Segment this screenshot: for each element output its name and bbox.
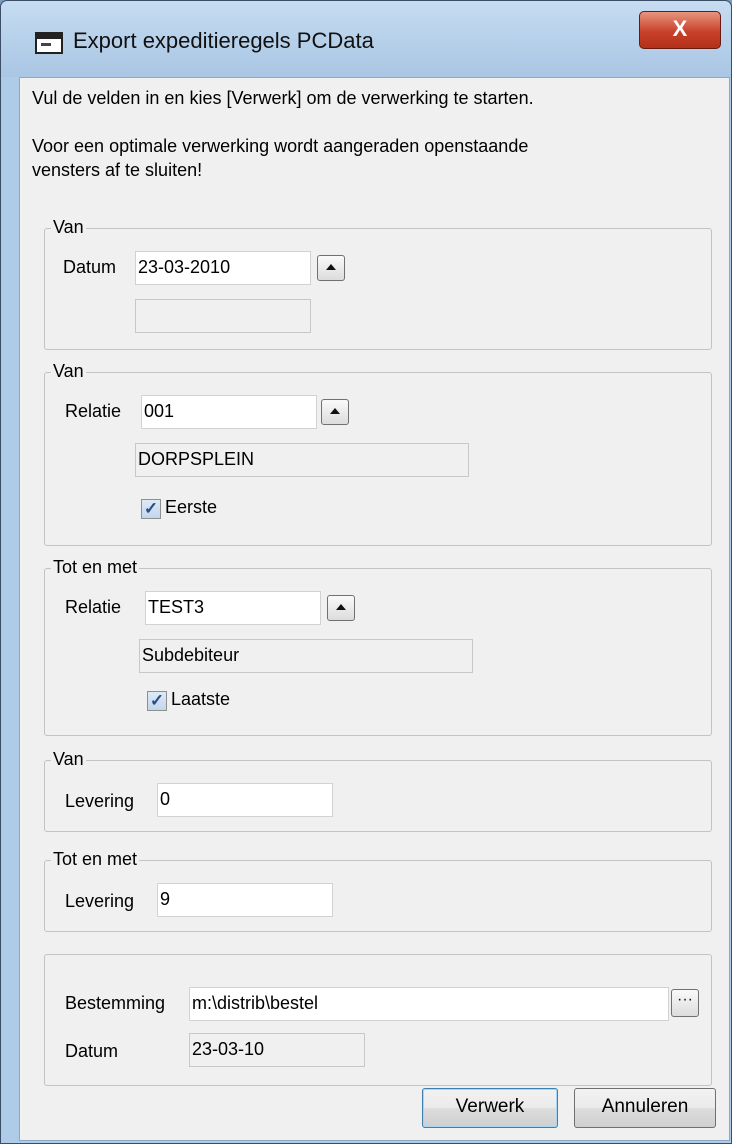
levering-van-field[interactable]: 0 [157,783,333,817]
datum-label: Datum [63,257,117,277]
relatie-van-label: Relatie [65,401,122,421]
verwerk-button[interactable]: Verwerk [422,1088,558,1128]
levering-van-label: Levering [65,791,135,811]
relatie-van-name-field: DORPSPLEIN [135,443,469,477]
group-relatie-tot: Tot en met Relatie TEST3 Subdebiteur ✓ L… [44,557,712,736]
group-datum-van: Van Datum 23-03-2010 [44,217,712,350]
relatie-tot-lookup-button[interactable] [327,595,355,621]
datum-label: Datum [65,1041,119,1061]
group-legend: Tot en met [51,849,140,870]
laatste-checkbox-label[interactable]: Laatste [171,689,230,710]
relatie-van-field[interactable]: 001 [141,395,317,429]
laatste-checkbox[interactable]: ✓ [147,691,167,711]
group-relatie-van: Van Relatie 001 DORPSPLEIN ✓ Eerste [44,361,712,546]
relatie-tot-name-field: Subdebiteur [139,639,473,673]
bestemming-field[interactable]: m:\distrib\bestel [189,987,669,1021]
intro-text-line3: vensters af te sluiten! [32,160,203,180]
datum-field[interactable]: 23-03-2010 [135,251,311,285]
relatie-tot-label: Relatie [65,597,122,617]
relatie-van-lookup-button[interactable] [321,399,349,425]
group-legend: Van [51,361,86,382]
intro-text-line1: Vul de velden in en kies [Verwerk] om de… [32,88,534,108]
group-legend: Tot en met [51,557,140,578]
title-bar[interactable]: Export expeditieregels PCData X [1,1,731,77]
dialog-window: Export expeditieregels PCData X Vul de v… [0,0,732,1144]
eerste-checkbox-label[interactable]: Eerste [165,497,217,518]
dialog-content: Vul de velden in en kies [Verwerk] om de… [19,77,730,1141]
window-title: Export expeditieregels PCData [73,28,374,53]
app-window-icon [35,32,63,54]
group-bestemming: Bestemming m:\distrib\bestel ··· Datum 2… [44,954,712,1086]
close-button[interactable]: X [639,11,721,49]
group-levering-van: Van Levering 0 [44,749,712,832]
levering-tot-label: Levering [65,891,135,911]
datum-description-field [135,299,311,333]
group-levering-tot: Tot en met Levering 9 [44,849,712,932]
intro-text-line2: Voor een optimale verwerking wordt aange… [32,136,529,156]
bestemming-label: Bestemming [65,993,166,1013]
group-legend: Van [51,217,86,238]
datum-lookup-button[interactable] [317,255,345,281]
annuleren-button[interactable]: Annuleren [574,1088,716,1128]
eerste-checkbox[interactable]: ✓ [141,499,161,519]
bestemming-datum-field: 23-03-10 [189,1033,365,1067]
levering-tot-field[interactable]: 9 [157,883,333,917]
relatie-tot-field[interactable]: TEST3 [145,591,321,625]
browse-button[interactable]: ··· [671,989,699,1017]
group-legend: Van [51,749,86,770]
